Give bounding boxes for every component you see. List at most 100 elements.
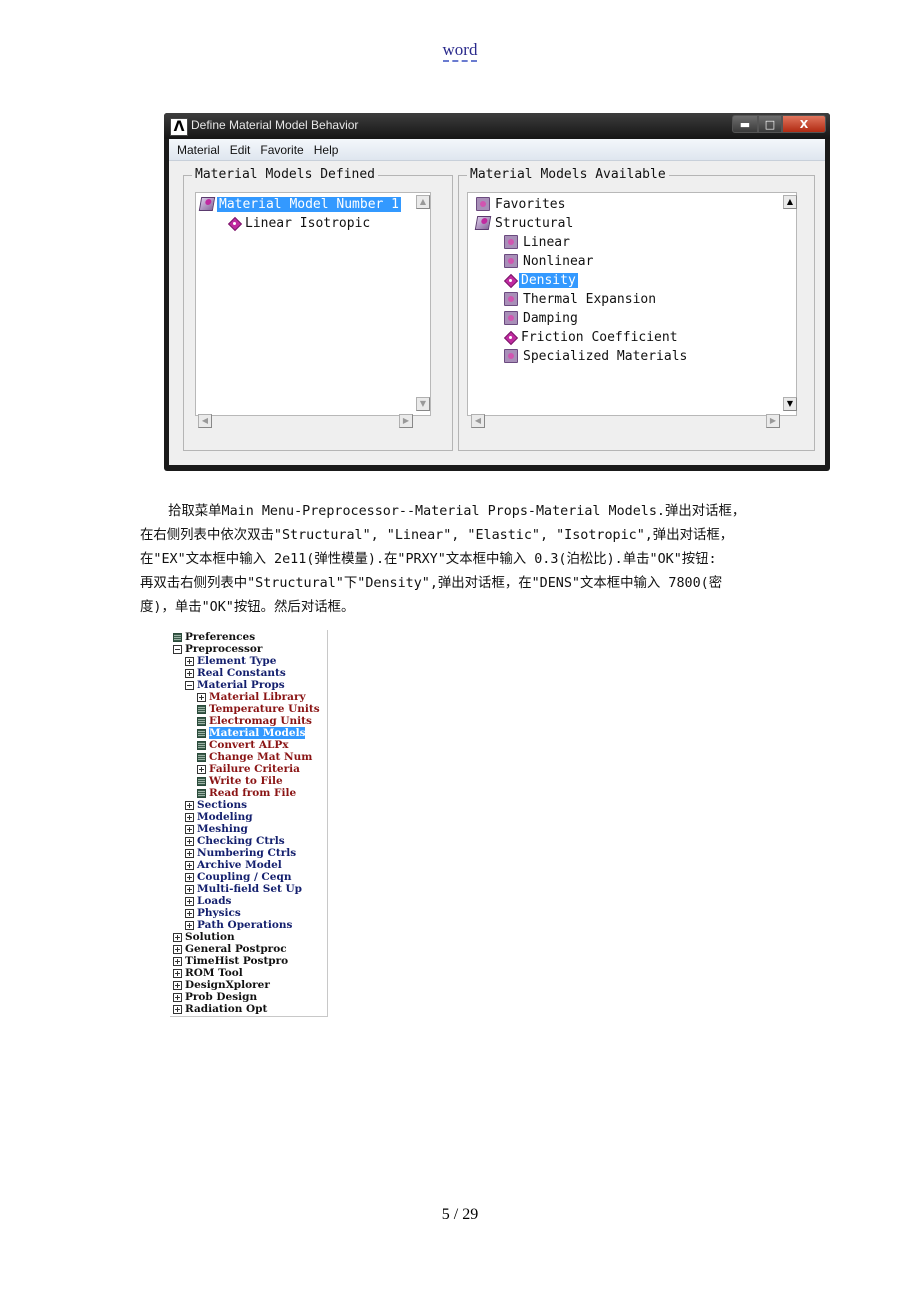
expand-icon[interactable]	[185, 824, 194, 834]
tree-item[interactable]: Meshing	[185, 823, 248, 835]
tree-item[interactable]: Change Mat Num	[197, 751, 312, 763]
tree-item[interactable]: Convert ALPx	[197, 739, 289, 751]
expand-icon[interactable]	[185, 896, 194, 906]
expand-icon[interactable]	[185, 668, 194, 678]
tree-item-label: Preferences	[185, 631, 256, 643]
scroll-down-button[interactable]: ▼	[416, 397, 430, 411]
paragraph-line: 拾取菜单Main Menu-Preprocessor--Material Pro…	[168, 504, 746, 519]
tree-item[interactable]: Numbering Ctrls	[185, 847, 296, 859]
models-defined-list[interactable]: Material Model Number 1 Linear Isotropic	[195, 192, 431, 416]
folder-icon	[504, 254, 518, 268]
expand-icon[interactable]	[197, 692, 206, 702]
tree-item[interactable]: Radiation Opt	[173, 1003, 267, 1015]
header-link-word[interactable]: word	[442, 40, 478, 62]
expand-icon[interactable]	[173, 956, 182, 966]
minimize-button[interactable]: ▬	[732, 115, 758, 133]
list-item[interactable]: Density	[504, 271, 578, 289]
tree-item[interactable]: Checking Ctrls	[185, 835, 285, 847]
tree-item[interactable]: DesignXplorer	[173, 979, 270, 991]
expand-icon[interactable]	[185, 800, 194, 810]
tree-item[interactable]: Prob Design	[173, 991, 257, 1003]
tree-item[interactable]: Electromag Units	[197, 715, 312, 727]
tree-item[interactable]: Solution	[173, 931, 235, 943]
tree-item-label: Coupling / Ceqn	[197, 871, 292, 883]
define-material-dialog: Λ Define Material Model Behavior ▬ □ X M…	[164, 113, 830, 471]
menu-help[interactable]: Help	[314, 143, 339, 157]
expand-icon[interactable]	[173, 968, 182, 978]
expand-icon[interactable]	[173, 980, 182, 990]
expand-icon[interactable]	[185, 812, 194, 822]
expand-icon[interactable]	[173, 992, 182, 1002]
expand-icon[interactable]	[185, 920, 194, 930]
list-item[interactable]: Nonlinear	[504, 252, 595, 270]
expand-icon[interactable]	[185, 836, 194, 846]
scroll-up-button[interactable]: ▲	[416, 195, 430, 209]
tree-item[interactable]: Path Operations	[185, 919, 292, 931]
menu-leaf-icon	[197, 728, 206, 738]
scroll-left-button[interactable]: ◀	[198, 414, 212, 428]
models-available-list[interactable]: Favorites Structural Linear Nonlinear Densit…	[467, 192, 797, 416]
tree-item[interactable]: Failure Criteria	[197, 763, 300, 775]
collapse-icon[interactable]	[185, 680, 194, 690]
tree-item-label: Physics	[197, 907, 241, 919]
list-item-label: Damping	[523, 310, 578, 326]
list-item[interactable]: Material Model Number 1	[198, 195, 402, 213]
scroll-right-button[interactable]: ▶	[766, 414, 780, 428]
list-item[interactable]: Linear	[504, 233, 572, 251]
tree-item[interactable]: General Postproc	[173, 943, 287, 955]
tree-item[interactable]: Preferences	[173, 631, 255, 643]
scroll-down-button[interactable]: ▼	[783, 397, 797, 411]
expand-icon[interactable]	[173, 932, 182, 942]
maximize-button[interactable]: □	[758, 115, 782, 133]
expand-icon[interactable]	[185, 908, 194, 918]
close-button[interactable]: X	[782, 115, 826, 133]
expand-icon[interactable]	[185, 872, 194, 882]
scroll-left-button[interactable]: ◀	[471, 414, 485, 428]
list-item[interactable]: Favorites	[476, 195, 567, 213]
list-item-label: Nonlinear	[523, 253, 594, 269]
tree-item[interactable]: Physics	[185, 907, 241, 919]
expand-icon[interactable]	[185, 848, 194, 858]
list-item-label: Friction Coefficient	[521, 329, 678, 345]
tree-item[interactable]: Modeling	[185, 811, 253, 823]
scroll-up-button[interactable]: ▲	[783, 195, 797, 209]
scroll-right-button[interactable]: ▶	[399, 414, 413, 428]
expand-icon[interactable]	[173, 944, 182, 954]
list-item[interactable]: Friction Coefficient	[504, 328, 680, 346]
expand-icon[interactable]	[185, 656, 194, 666]
list-item[interactable]: Specialized Materials	[504, 347, 689, 365]
paragraph-line: 在右侧列表中依次双击"Structural", "Linear", "Elast…	[140, 528, 734, 543]
tree-item[interactable]: Write to File	[197, 775, 283, 787]
tree-item[interactable]: Sections	[185, 799, 247, 811]
tree-item[interactable]: Real Constants	[185, 667, 286, 679]
tree-item[interactable]: Loads	[185, 895, 231, 907]
list-item[interactable]: Linear Isotropic	[228, 214, 372, 232]
list-item[interactable]: Structural	[474, 214, 575, 232]
menu-favorite[interactable]: Favorite	[260, 143, 303, 157]
collapse-icon[interactable]	[173, 644, 182, 654]
expand-icon[interactable]	[197, 764, 206, 774]
tree-item[interactable]: Read from File	[197, 787, 296, 799]
list-item-label: Thermal Expansion	[523, 291, 657, 307]
list-item[interactable]: Thermal Expansion	[504, 290, 658, 308]
tree-item[interactable]: Multi-field Set Up	[185, 883, 302, 895]
tree-item[interactable]: ROM Tool	[173, 967, 243, 979]
tree-item[interactable]: Coupling / Ceqn	[185, 871, 291, 883]
tree-item[interactable]: Archive Model	[185, 859, 282, 871]
expand-icon[interactable]	[173, 1004, 182, 1014]
tree-item[interactable]: Temperature Units	[197, 703, 320, 715]
tree-item[interactable]: TimeHist Postpro	[173, 955, 288, 967]
menu-material[interactable]: Material	[177, 143, 220, 157]
list-item[interactable]: Damping	[504, 309, 580, 327]
expand-icon[interactable]	[185, 884, 194, 894]
tree-item[interactable]: Material Props	[185, 679, 285, 691]
tree-item[interactable]: Material Library	[197, 691, 306, 703]
tree-item[interactable]: Preprocessor	[173, 643, 262, 655]
menu-edit[interactable]: Edit	[230, 143, 251, 157]
tree-item[interactable]: Material Models	[197, 727, 306, 739]
tree-item[interactable]: Element Type	[185, 655, 276, 667]
dialog-titlebar[interactable]: Λ Define Material Model Behavior ▬ □ X	[164, 113, 830, 139]
tree-item-label: Radiation Opt	[185, 1003, 268, 1015]
expand-icon[interactable]	[185, 860, 194, 870]
material-property-icon	[504, 331, 516, 343]
